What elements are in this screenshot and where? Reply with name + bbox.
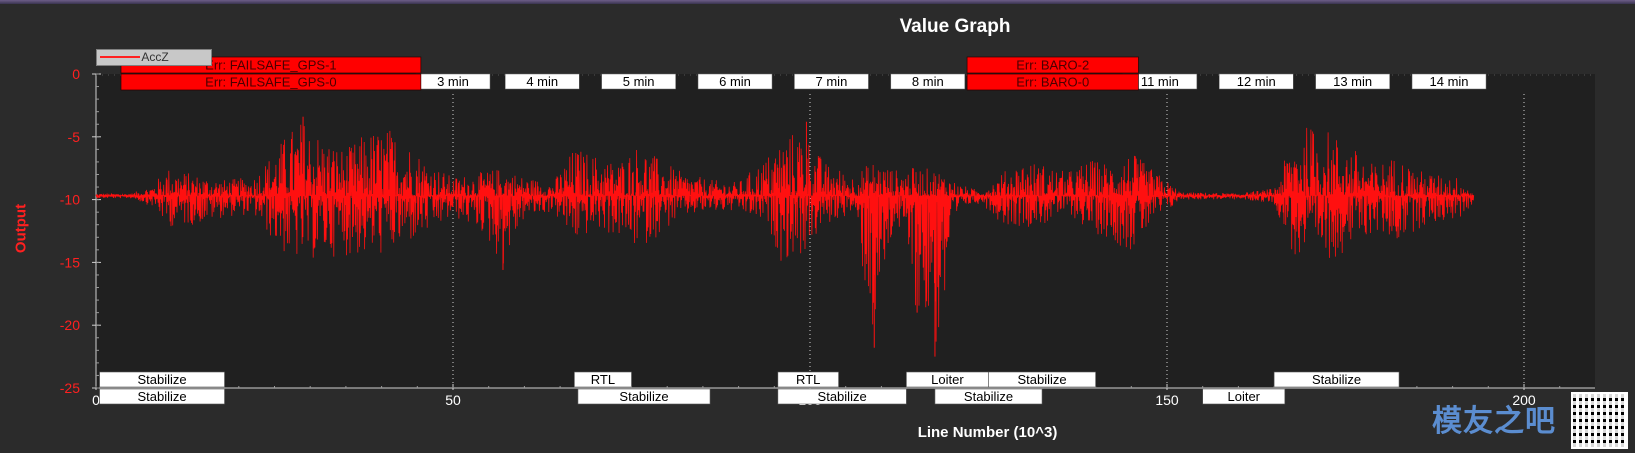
mode-label: Stabilize	[137, 389, 186, 404]
error-event-label: Err: BARO-0	[1016, 75, 1089, 90]
x-tick-label: 50	[445, 392, 461, 408]
mode-label: RTL	[591, 372, 615, 387]
mode-label: Loiter	[931, 372, 964, 387]
time-label: 12 min	[1237, 74, 1276, 89]
mode-label: RTL	[796, 372, 820, 387]
y-tick-label: -15	[60, 254, 80, 270]
mode-label: Stabilize	[619, 389, 668, 404]
legend-label: AccZ	[141, 50, 169, 64]
y-tick-label: -20	[60, 317, 80, 333]
y-tick-label: -5	[68, 129, 81, 145]
time-label: 11 min	[1141, 74, 1179, 89]
error-event-label: Err: BARO-2	[1016, 58, 1089, 73]
legend[interactable]: AccZ	[96, 49, 212, 66]
watermark-logo: 模友之吧	[1432, 404, 1556, 439]
x-tick-label: 150	[1155, 392, 1179, 408]
graph-window: Value Graph 0-5-10-15-20-250501001502003…	[0, 0, 1635, 453]
y-axis-label: Output	[12, 203, 30, 254]
mode-label: Stabilize	[1312, 372, 1361, 387]
x-axis-label: Line Number (10^3)	[917, 424, 1058, 441]
mode-label: Stabilize	[818, 389, 867, 404]
chart-canvas[interactable]: 0-5-10-15-20-250501001502003 min4 min5 m…	[0, 0, 1635, 453]
qr-code-icon	[1571, 392, 1628, 449]
mode-label: Stabilize	[964, 389, 1013, 404]
time-label: 7 min	[816, 74, 848, 89]
error-event-label: Err: FAILSAFE_GPS-0	[205, 75, 337, 90]
time-label: 13 min	[1333, 74, 1372, 89]
mode-label: Stabilize	[1017, 372, 1066, 387]
time-label: 4 min	[526, 74, 558, 89]
y-tick-label: 0	[72, 66, 80, 82]
y-tick-label: -10	[60, 192, 80, 208]
time-label: 5 min	[623, 74, 655, 89]
y-tick-label: -25	[60, 380, 80, 396]
mode-label: Stabilize	[137, 372, 186, 387]
time-label: 14 min	[1430, 74, 1469, 89]
time-label: 8 min	[912, 74, 944, 89]
mode-label: Loiter	[1227, 389, 1260, 404]
x-tick-label: 0	[92, 392, 100, 408]
error-event-label: Err: FAILSAFE_GPS-1	[205, 58, 337, 73]
time-label: 6 min	[719, 74, 751, 89]
time-label: 3 min	[437, 74, 469, 89]
